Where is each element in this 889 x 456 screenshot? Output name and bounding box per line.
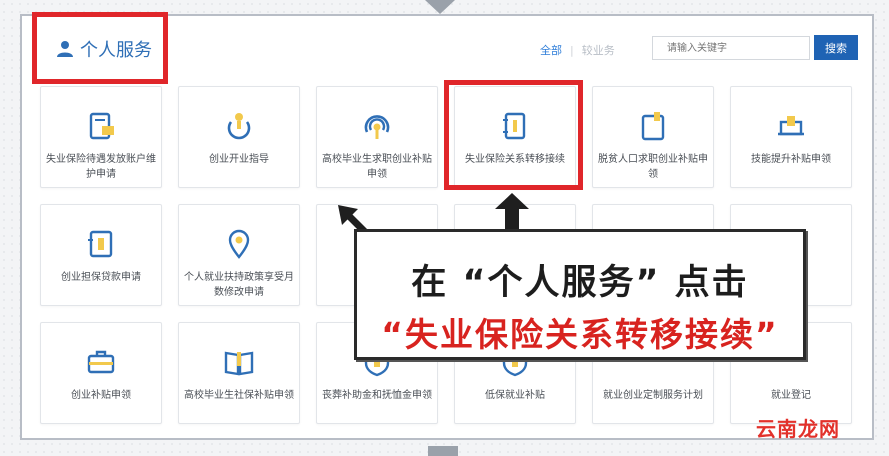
service-card[interactable]: 技能提升补贴申领	[730, 86, 852, 188]
service-label: 高校毕业生求职创业补贴申领	[322, 154, 432, 180]
document-card-icon	[84, 109, 118, 143]
tab-all[interactable]: 全部	[540, 42, 562, 58]
service-label: 创业补贴申领	[71, 390, 131, 401]
panel-header: 个人服务 全部 | 较业务 搜索	[22, 16, 872, 76]
service-card[interactable]: 创业补贴申领	[40, 322, 162, 424]
briefcase-icon	[84, 345, 118, 379]
service-card[interactable]: 高校毕业生求职创业补贴申领	[316, 86, 438, 188]
flow-arrow-top-icon	[425, 0, 455, 14]
service-card[interactable]: 失业保险关系转移接续	[454, 86, 576, 188]
service-label: 丧葬补助金和抚恤金申领	[322, 390, 432, 401]
clipboard-icon	[636, 109, 670, 143]
filter-tabs: 全部 | 较业务	[540, 42, 615, 58]
instruction-callout: 在 “个人服务” 点击 “失业保险关系转移接续”	[354, 229, 806, 360]
panel-title: 个人服务	[80, 40, 152, 61]
service-card[interactable]: 失业保险待遇发放账户维护申请	[40, 86, 162, 188]
arrow-up-icon	[495, 193, 529, 231]
search-input[interactable]	[652, 36, 810, 60]
tab-other[interactable]: 较业务	[582, 42, 615, 58]
panel-title-group: 个人服务	[56, 36, 152, 62]
service-label: 高校毕业生社保补贴申领	[184, 390, 294, 401]
service-card[interactable]: 创业担保贷款申请	[40, 204, 162, 306]
personal-services-panel: 个人服务 全部 | 较业务 搜索 失业保险待遇发放账户维护申请创业开业指导高校毕…	[20, 14, 874, 440]
loan-document-icon	[84, 227, 118, 261]
person-ring-icon	[222, 109, 256, 143]
service-label: 就业创业定制服务计划	[603, 390, 703, 401]
service-label: 脱贫人口求职创业补贴申领	[598, 154, 708, 180]
service-label: 低保就业补贴	[485, 390, 545, 401]
service-label: 失业保险关系转移接续	[465, 154, 565, 165]
service-card[interactable]: 脱贫人口求职创业补贴申领	[592, 86, 714, 188]
callout-line-2: “失业保险关系转移接续”	[381, 315, 779, 354]
service-label: 就业登记	[771, 390, 811, 401]
service-label: 个人就业扶持政策享受月数修改申请	[184, 272, 294, 298]
search-button[interactable]: 搜索	[814, 35, 858, 60]
service-card[interactable]: 创业开业指导	[178, 86, 300, 188]
location-pin-icon	[222, 227, 256, 261]
signal-icon	[360, 109, 394, 143]
service-label: 创业担保贷款申请	[61, 272, 141, 283]
watermark-logo: 云南龙网	[756, 417, 840, 441]
service-label: 失业保险待遇发放账户维护申请	[46, 154, 156, 180]
service-card[interactable]: 高校毕业生社保补贴申领	[178, 322, 300, 424]
service-label: 创业开业指导	[209, 154, 269, 165]
notebook-icon	[498, 109, 532, 143]
workbench-icon	[774, 109, 808, 143]
callout-line-1: 在 “个人服务” 点击	[411, 263, 749, 303]
service-label: 技能提升补贴申领	[751, 154, 831, 165]
open-book-icon	[222, 345, 256, 379]
tab-separator: |	[570, 43, 574, 57]
flow-connector-bottom	[428, 446, 458, 456]
service-card[interactable]: 个人就业扶持政策享受月数修改申请	[178, 204, 300, 306]
person-icon	[57, 41, 73, 57]
